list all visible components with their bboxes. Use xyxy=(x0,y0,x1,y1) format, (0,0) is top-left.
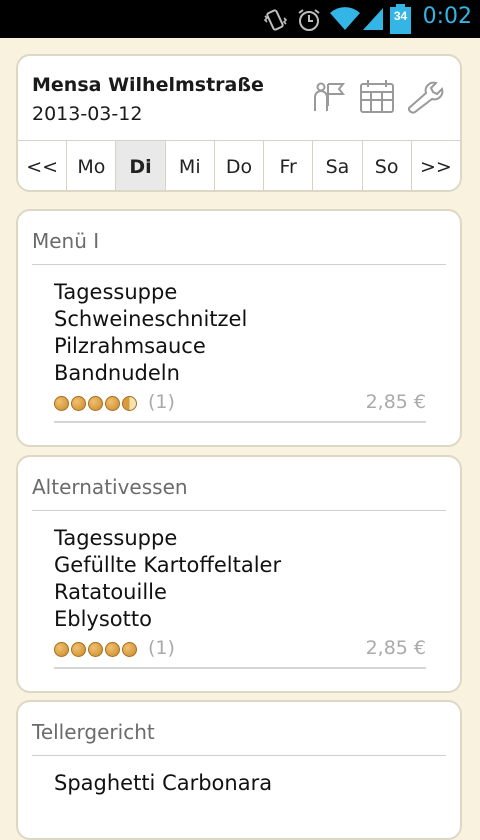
dish-item: Ratatouille xyxy=(54,580,167,604)
calendar-icon[interactable] xyxy=(359,78,397,114)
divider xyxy=(32,264,446,265)
cookie-rating-icon xyxy=(88,642,103,657)
location-flag-icon[interactable] xyxy=(311,78,347,114)
half-cookie-rating-icon xyxy=(122,396,137,411)
cookie-rating-icon xyxy=(105,396,120,411)
meal-title: Alternativessen xyxy=(32,475,188,499)
dish-item: Pilzrahmsauce xyxy=(54,334,206,358)
dish-item: Spaghetti Carbonara xyxy=(54,771,273,795)
cookie-rating-icon xyxy=(54,396,69,411)
wifi-icon xyxy=(330,7,360,31)
meal-title: Menü I xyxy=(32,229,100,253)
rating-row: (1) 2,85 € xyxy=(54,637,426,669)
price: 2,85 € xyxy=(365,637,426,659)
divider xyxy=(32,755,446,756)
day-mo[interactable]: Mo xyxy=(66,141,116,190)
day-mi[interactable]: Mi xyxy=(164,141,214,190)
battery-level: 34 xyxy=(393,9,408,23)
meal-card[interactable]: Tellergericht Spaghetti Carbonara xyxy=(16,700,462,840)
meal-card[interactable]: Menü I Tagessuppe Schweineschnitzel Pilz… xyxy=(16,209,462,447)
meal-title: Tellergericht xyxy=(32,720,155,744)
status-bar: 34 0:02 xyxy=(0,0,480,38)
dish-item: Eblysotto xyxy=(54,607,152,631)
day-so[interactable]: So xyxy=(361,141,411,190)
clock: 0:02 xyxy=(422,4,472,29)
day-di-selected[interactable]: Di xyxy=(115,141,165,190)
day-sa[interactable]: Sa xyxy=(312,141,362,190)
dish-list: Spaghetti Carbonara xyxy=(54,770,272,797)
dish-item: Gefüllte Kartoffeltaler xyxy=(54,553,282,577)
date-label: 2013-03-12 xyxy=(32,103,143,125)
cookie-rating-icon xyxy=(71,642,86,657)
signal-icon xyxy=(363,8,383,30)
mensa-name: Mensa Wilhelmstraße xyxy=(32,74,264,96)
cookie-rating-icon xyxy=(71,396,86,411)
dish-item: Tagessuppe xyxy=(54,526,178,550)
dish-item: Bandnudeln xyxy=(54,361,180,385)
vibrate-icon xyxy=(263,9,288,31)
cookie-rating-icon xyxy=(122,642,137,657)
rating-cookies xyxy=(54,396,137,411)
rating-cookies xyxy=(54,642,137,657)
rating-count: (1) xyxy=(148,391,175,413)
day-prev-button[interactable]: << xyxy=(18,141,67,190)
settings-wrench-icon[interactable] xyxy=(406,78,446,114)
dish-list: Tagessuppe Gefüllte Kartoffeltaler Ratat… xyxy=(54,525,281,633)
alarm-icon xyxy=(298,9,320,31)
meal-card[interactable]: Alternativessen Tagessuppe Gefüllte Kart… xyxy=(16,455,462,693)
rating-count: (1) xyxy=(148,637,175,659)
header-card: Mensa Wilhelmstraße 2013-03-12 << Mo Di … xyxy=(16,54,462,192)
dish-list: Tagessuppe Schweineschnitzel Pilzrahmsau… xyxy=(54,279,247,387)
dish-item: Tagessuppe xyxy=(54,280,178,304)
price: 2,85 € xyxy=(365,391,426,413)
day-next-button[interactable]: >> xyxy=(410,141,460,190)
dish-item: Schweineschnitzel xyxy=(54,307,248,331)
cookie-rating-icon xyxy=(54,642,69,657)
day-do[interactable]: Do xyxy=(213,141,264,190)
day-fr[interactable]: Fr xyxy=(263,141,313,190)
rating-row: (1) 2,85 € xyxy=(54,391,426,423)
divider xyxy=(32,510,446,511)
cookie-rating-icon xyxy=(88,396,103,411)
cookie-rating-icon xyxy=(105,642,120,657)
day-navigation: << Mo Di Mi Do Fr Sa So >> xyxy=(18,140,460,190)
